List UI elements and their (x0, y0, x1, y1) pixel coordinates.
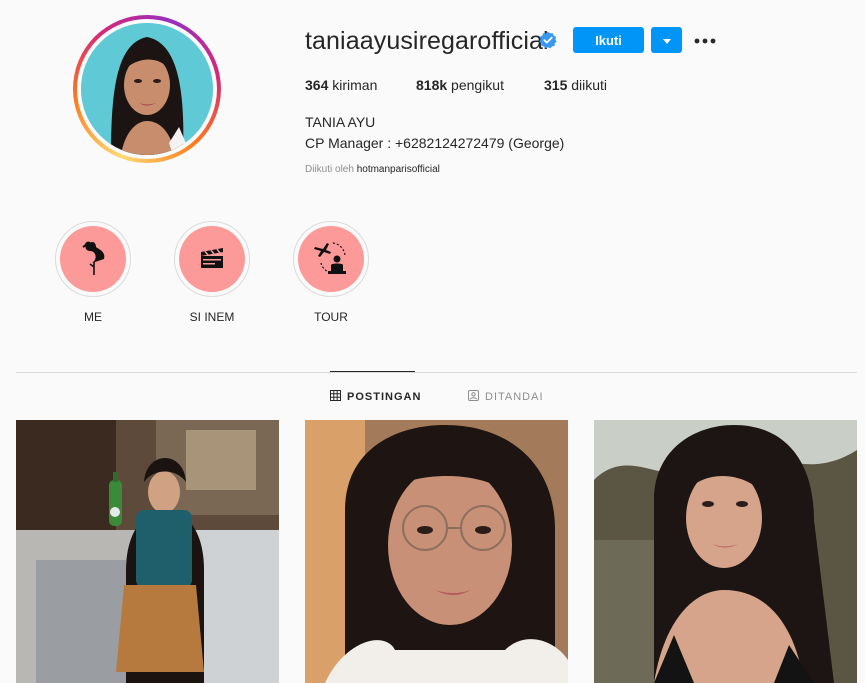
following-count: 315 (544, 77, 568, 93)
avatar-photo (81, 23, 213, 155)
followed-by-prefix: Diikuti oleh (305, 164, 354, 175)
followers-count: 818k (416, 77, 448, 93)
tab-label: POSTINGAN (347, 391, 422, 403)
highlight-si-inem[interactable]: SI INEM (174, 221, 250, 324)
profile-avatar[interactable] (73, 15, 221, 163)
tabs-divider (16, 372, 857, 373)
profile-username: taniaayusiregarofficial (305, 27, 549, 55)
following-label: diikuti (571, 77, 608, 93)
tab-label: DITANDAI (485, 391, 544, 403)
profile-full-name: TANIA AYU (305, 114, 376, 130)
highlight-label: SI INEM (189, 310, 235, 324)
followed-by: Diikuti oleh hotmanparisofficial (305, 164, 440, 175)
highlight-me[interactable]: ME (55, 221, 131, 324)
post-image-3 (594, 420, 857, 683)
suggested-dropdown-button[interactable] (651, 27, 682, 53)
posts-count: 364 (305, 77, 329, 93)
tab-posts[interactable]: POSTINGAN (330, 390, 421, 404)
ellipsis-icon (694, 31, 716, 49)
caret-down-icon (662, 31, 671, 49)
highlight-label: TOUR (314, 310, 348, 324)
stat-posts: 364 kiriman (305, 77, 377, 93)
stat-following[interactable]: 315 diikuti (544, 77, 607, 93)
tab-tagged[interactable]: DITANDAI (468, 390, 544, 404)
grid-icon (330, 390, 341, 404)
verified-badge-icon (539, 31, 557, 49)
travel-icon (311, 237, 351, 282)
follow-button[interactable]: Ikuti (573, 27, 644, 53)
more-options-button[interactable] (693, 27, 717, 53)
highlight-label: ME (84, 310, 102, 324)
clapperboard-icon (199, 244, 225, 275)
posts-label: kiriman (332, 77, 378, 93)
flamingo-icon (76, 237, 110, 282)
profile-bio: CP Manager : +6282124272479 (George) (305, 135, 565, 151)
post-thumbnail[interactable] (305, 420, 568, 683)
post-thumbnail[interactable] (16, 420, 279, 683)
active-tab-indicator (330, 371, 415, 372)
post-image-1 (16, 420, 279, 683)
highlight-tour[interactable]: TOUR (293, 221, 369, 324)
stat-followers[interactable]: 818k pengikut (416, 77, 504, 93)
post-thumbnail[interactable] (594, 420, 857, 683)
tagged-icon (468, 390, 479, 404)
followed-by-user-link[interactable]: hotmanparisofficial (357, 164, 440, 175)
followers-label: pengikut (451, 77, 504, 93)
post-image-2 (305, 420, 568, 683)
